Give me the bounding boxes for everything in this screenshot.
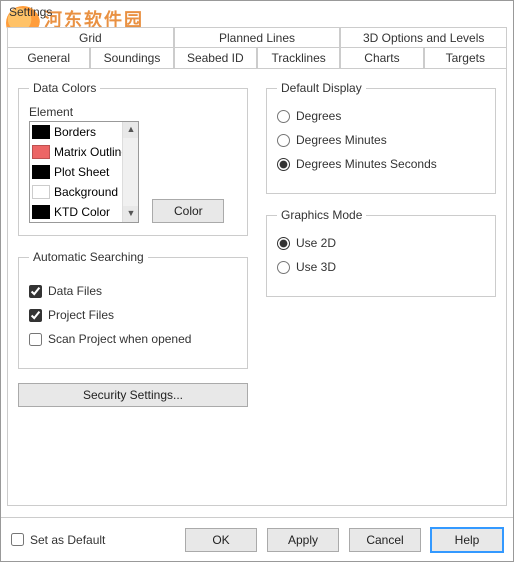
element-listbox[interactable]: Borders Matrix Outline Plot Sheet Backgr… [29,121,139,223]
groupbox-data-colors: Data Colors Element Borders Matrix Outli… [18,81,248,236]
groupbox-graphics-mode: Graphics Mode Use 2D Use 3D [266,208,496,297]
groupbox-default-display: Default Display Degrees Degrees Minutes … [266,81,496,194]
color-button[interactable]: Color [152,199,224,223]
window-title: Settings [1,1,513,23]
radio-degrees[interactable]: Degrees [277,109,485,123]
label-element: Element [29,105,237,119]
radio-use-3d[interactable]: Use 3D [277,260,485,274]
checkbox-input[interactable] [29,333,42,346]
legend-default-display: Default Display [277,81,366,95]
legend-graphics-mode: Graphics Mode [277,208,366,222]
tab-planned-lines[interactable]: Planned Lines [174,27,341,48]
color-swatch [32,205,50,219]
checkbox-project-files[interactable]: Project Files [29,308,237,322]
checkbox-input[interactable] [29,309,42,322]
tab-general[interactable]: General [7,47,90,69]
ok-button[interactable]: OK [185,528,257,552]
tab-targets[interactable]: Targets [424,47,507,69]
dialog-footer: Set as Default OK Apply Cancel Help [1,517,513,561]
tab-soundings[interactable]: Soundings [90,47,173,69]
checkbox-input[interactable] [11,533,24,546]
tab-3d-options[interactable]: 3D Options and Levels [340,27,507,48]
tab-seabed-id[interactable]: Seabed ID [174,47,257,69]
radio-input[interactable] [277,237,290,250]
listbox-scrollbar[interactable]: ▲ ▼ [122,122,138,222]
color-swatch [32,165,50,179]
tab-grid[interactable]: Grid [7,27,174,48]
apply-button[interactable]: Apply [267,528,339,552]
radio-degrees-minutes[interactable]: Degrees Minutes [277,133,485,147]
radio-input[interactable] [277,134,290,147]
radio-input[interactable] [277,158,290,171]
radio-degrees-minutes-seconds[interactable]: Degrees Minutes Seconds [277,157,485,171]
chevron-up-icon[interactable]: ▲ [123,122,139,138]
legend-data-colors: Data Colors [29,81,100,95]
color-swatch [32,145,50,159]
groupbox-automatic-searching: Automatic Searching Data Files Project F… [18,250,248,369]
checkbox-set-as-default[interactable]: Set as Default [11,533,105,547]
color-swatch [32,185,50,199]
checkbox-data-files[interactable]: Data Files [29,284,237,298]
cancel-button[interactable]: Cancel [349,528,421,552]
checkbox-scan-project[interactable]: Scan Project when opened [29,332,237,346]
radio-use-2d[interactable]: Use 2D [277,236,485,250]
legend-auto-search: Automatic Searching [29,250,148,264]
tab-charts[interactable]: Charts [340,47,423,69]
checkbox-input[interactable] [29,285,42,298]
radio-input[interactable] [277,110,290,123]
security-settings-button[interactable]: Security Settings... [18,383,248,407]
chevron-down-icon[interactable]: ▼ [123,206,139,222]
color-swatch [32,125,50,139]
help-button[interactable]: Help [431,528,503,552]
tab-panel-general: Data Colors Element Borders Matrix Outli… [7,68,507,506]
tab-tracklines[interactable]: Tracklines [257,47,340,69]
radio-input[interactable] [277,261,290,274]
tab-strip: Grid Planned Lines 3D Options and Levels… [7,27,507,68]
